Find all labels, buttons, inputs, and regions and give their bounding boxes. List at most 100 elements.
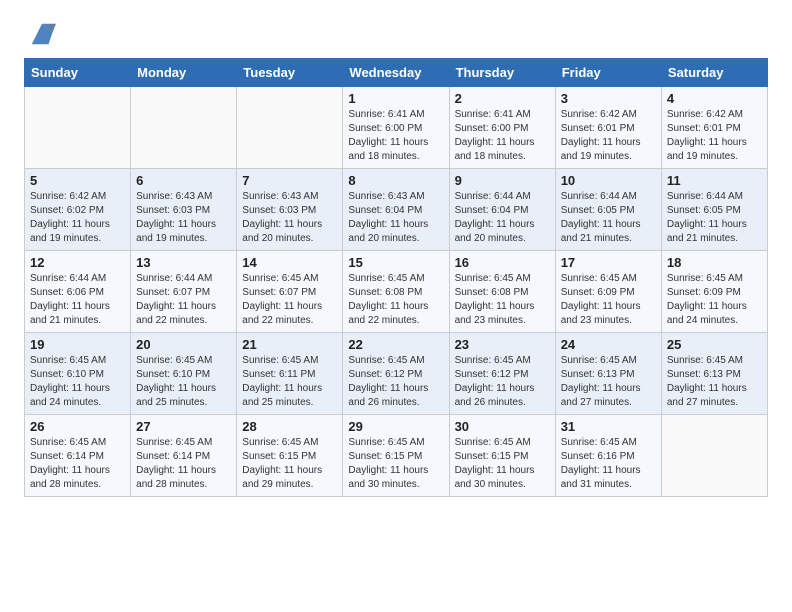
day-number: 30 bbox=[455, 419, 550, 434]
calendar-cell: 3Sunrise: 6:42 AM Sunset: 6:01 PM Daylig… bbox=[555, 87, 661, 169]
calendar-cell: 14 Sunrise: 6:45 AM Sunset: 6:07 PM Dayli… bbox=[237, 251, 343, 333]
day-number: 16 bbox=[455, 255, 550, 270]
day-info: Sunrise: 6:41 AM Sunset: 6:00 PM Dayligh… bbox=[455, 108, 550, 164]
calendar-cell: 8 Sunrise: 6:43 AM Sunset: 6:04 PM Daylig… bbox=[343, 169, 449, 251]
calendar-cell: 11 Sunrise: 6:44 AM Sunset: 6:05 PM Dayli… bbox=[661, 169, 767, 251]
day-number: 13 bbox=[136, 255, 231, 270]
day-info: Sunrise: 6:45 AM Sunset: 6:12 PM Dayligh… bbox=[455, 354, 550, 410]
day-info: Sunrise: 6:41 AM Sunset: 6:00 PM Dayligh… bbox=[348, 108, 443, 164]
day-number: 12 bbox=[30, 255, 125, 270]
day-number: 5 bbox=[30, 173, 125, 188]
calendar-cell: 29 Sunrise: 6:45 AM Sunset: 6:15 PM Dayli… bbox=[343, 415, 449, 497]
day-info: Sunrise: 6:45 AM Sunset: 6:15 PM Dayligh… bbox=[348, 436, 443, 492]
day-info: Sunrise: 6:45 AM Sunset: 6:12 PM Dayligh… bbox=[348, 354, 443, 410]
day-info: Sunrise: 6:44 AM Sunset: 6:06 PM Dayligh… bbox=[30, 272, 125, 328]
calendar-body: 1 Sunrise: 6:41 AM Sunset: 6:00 PM Daylig… bbox=[25, 87, 768, 497]
calendar-cell: 7Sunrise: 6:43 AM Sunset: 6:03 PM Daylig… bbox=[237, 169, 343, 251]
calendar-cell: 18 Sunrise: 6:45 AM Sunset: 6:09 PM Dayli… bbox=[661, 251, 767, 333]
day-number: 24 bbox=[561, 337, 656, 352]
day-number: 17 bbox=[561, 255, 656, 270]
calendar-header: SundayMondayTuesdayWednesdayThursdayFrid… bbox=[25, 59, 768, 87]
calendar-cell: 31 Sunrise: 6:45 AM Sunset: 6:16 PM Dayli… bbox=[555, 415, 661, 497]
day-number: 29 bbox=[348, 419, 443, 434]
calendar-week-1: 1 Sunrise: 6:41 AM Sunset: 6:00 PM Daylig… bbox=[25, 87, 768, 169]
day-number: 1 bbox=[348, 91, 443, 106]
day-info: Sunrise: 6:45 AM Sunset: 6:15 PM Dayligh… bbox=[242, 436, 337, 492]
day-number: 28 bbox=[242, 419, 337, 434]
col-header-saturday: Saturday bbox=[661, 59, 767, 87]
day-info: Sunrise: 6:43 AM Sunset: 6:04 PM Dayligh… bbox=[348, 190, 443, 246]
calendar-cell: 25 Sunrise: 6:45 AM Sunset: 6:13 PM Dayli… bbox=[661, 333, 767, 415]
day-number: 15 bbox=[348, 255, 443, 270]
calendar-cell: 27 Sunrise: 6:45 AM Sunset: 6:14 PM Dayli… bbox=[131, 415, 237, 497]
calendar-cell: 6Sunrise: 6:43 AM Sunset: 6:03 PM Daylig… bbox=[131, 169, 237, 251]
calendar-cell: 1 Sunrise: 6:41 AM Sunset: 6:00 PM Daylig… bbox=[343, 87, 449, 169]
day-number: 8 bbox=[348, 173, 443, 188]
calendar-week-5: 26 Sunrise: 6:45 AM Sunset: 6:14 PM Dayli… bbox=[25, 415, 768, 497]
calendar-cell: 12 Sunrise: 6:44 AM Sunset: 6:06 PM Dayli… bbox=[25, 251, 131, 333]
calendar-cell: 10 Sunrise: 6:44 AM Sunset: 6:05 PM Dayli… bbox=[555, 169, 661, 251]
day-info: Sunrise: 6:43 AM Sunset: 6:03 PM Dayligh… bbox=[242, 190, 337, 246]
col-header-sunday: Sunday bbox=[25, 59, 131, 87]
day-info: Sunrise: 6:45 AM Sunset: 6:09 PM Dayligh… bbox=[667, 272, 762, 328]
logo-icon bbox=[28, 20, 56, 48]
calendar-table: SundayMondayTuesdayWednesdayThursdayFrid… bbox=[24, 58, 768, 497]
day-number: 9 bbox=[455, 173, 550, 188]
calendar-cell: 24Sunrise: 6:45 AM Sunset: 6:13 PM Dayli… bbox=[555, 333, 661, 415]
calendar-cell bbox=[237, 87, 343, 169]
day-info: Sunrise: 6:44 AM Sunset: 6:04 PM Dayligh… bbox=[455, 190, 550, 246]
day-number: 19 bbox=[30, 337, 125, 352]
day-number: 31 bbox=[561, 419, 656, 434]
day-number: 14 bbox=[242, 255, 337, 270]
logo bbox=[24, 20, 56, 48]
day-info: Sunrise: 6:45 AM Sunset: 6:08 PM Dayligh… bbox=[455, 272, 550, 328]
calendar-cell: 26 Sunrise: 6:45 AM Sunset: 6:14 PM Dayli… bbox=[25, 415, 131, 497]
day-info: Sunrise: 6:45 AM Sunset: 6:14 PM Dayligh… bbox=[136, 436, 231, 492]
day-info: Sunrise: 6:45 AM Sunset: 6:07 PM Dayligh… bbox=[242, 272, 337, 328]
calendar-cell: 5 Sunrise: 6:42 AM Sunset: 6:02 PM Daylig… bbox=[25, 169, 131, 251]
calendar-cell: 16 Sunrise: 6:45 AM Sunset: 6:08 PM Dayli… bbox=[449, 251, 555, 333]
calendar-cell: 23 Sunrise: 6:45 AM Sunset: 6:12 PM Dayli… bbox=[449, 333, 555, 415]
col-header-monday: Monday bbox=[131, 59, 237, 87]
calendar-cell: 13Sunrise: 6:44 AM Sunset: 6:07 PM Dayli… bbox=[131, 251, 237, 333]
day-info: Sunrise: 6:45 AM Sunset: 6:10 PM Dayligh… bbox=[30, 354, 125, 410]
calendar-cell: 2 Sunrise: 6:41 AM Sunset: 6:00 PM Daylig… bbox=[449, 87, 555, 169]
col-header-thursday: Thursday bbox=[449, 59, 555, 87]
day-number: 21 bbox=[242, 337, 337, 352]
col-header-friday: Friday bbox=[555, 59, 661, 87]
col-header-wednesday: Wednesday bbox=[343, 59, 449, 87]
calendar-cell: 20Sunrise: 6:45 AM Sunset: 6:10 PM Dayli… bbox=[131, 333, 237, 415]
calendar-cell: 15Sunrise: 6:45 AM Sunset: 6:08 PM Dayli… bbox=[343, 251, 449, 333]
day-number: 25 bbox=[667, 337, 762, 352]
col-header-tuesday: Tuesday bbox=[237, 59, 343, 87]
calendar-cell: 30 Sunrise: 6:45 AM Sunset: 6:15 PM Dayli… bbox=[449, 415, 555, 497]
calendar-week-2: 5 Sunrise: 6:42 AM Sunset: 6:02 PM Daylig… bbox=[25, 169, 768, 251]
day-number: 18 bbox=[667, 255, 762, 270]
day-number: 23 bbox=[455, 337, 550, 352]
day-number: 27 bbox=[136, 419, 231, 434]
day-number: 6 bbox=[136, 173, 231, 188]
calendar-cell bbox=[25, 87, 131, 169]
calendar-cell: 4Sunrise: 6:42 AM Sunset: 6:01 PM Daylig… bbox=[661, 87, 767, 169]
calendar-week-3: 12 Sunrise: 6:44 AM Sunset: 6:06 PM Dayli… bbox=[25, 251, 768, 333]
day-info: Sunrise: 6:44 AM Sunset: 6:05 PM Dayligh… bbox=[561, 190, 656, 246]
day-number: 20 bbox=[136, 337, 231, 352]
calendar-cell: 21Sunrise: 6:45 AM Sunset: 6:11 PM Dayli… bbox=[237, 333, 343, 415]
day-number: 11 bbox=[667, 173, 762, 188]
day-number: 10 bbox=[561, 173, 656, 188]
calendar-cell: 28 Sunrise: 6:45 AM Sunset: 6:15 PM Dayli… bbox=[237, 415, 343, 497]
calendar-week-4: 19 Sunrise: 6:45 AM Sunset: 6:10 PM Dayli… bbox=[25, 333, 768, 415]
day-info: Sunrise: 6:42 AM Sunset: 6:02 PM Dayligh… bbox=[30, 190, 125, 246]
page-header bbox=[24, 20, 768, 48]
day-number: 26 bbox=[30, 419, 125, 434]
day-info: Sunrise: 6:45 AM Sunset: 6:15 PM Dayligh… bbox=[455, 436, 550, 492]
day-info: Sunrise: 6:44 AM Sunset: 6:05 PM Dayligh… bbox=[667, 190, 762, 246]
day-info: Sunrise: 6:42 AM Sunset: 6:01 PM Dayligh… bbox=[667, 108, 762, 164]
day-info: Sunrise: 6:45 AM Sunset: 6:14 PM Dayligh… bbox=[30, 436, 125, 492]
day-info: Sunrise: 6:45 AM Sunset: 6:13 PM Dayligh… bbox=[667, 354, 762, 410]
day-number: 2 bbox=[455, 91, 550, 106]
calendar-cell bbox=[131, 87, 237, 169]
calendar-cell: 22Sunrise: 6:45 AM Sunset: 6:12 PM Dayli… bbox=[343, 333, 449, 415]
calendar-cell: 19 Sunrise: 6:45 AM Sunset: 6:10 PM Dayli… bbox=[25, 333, 131, 415]
day-info: Sunrise: 6:45 AM Sunset: 6:16 PM Dayligh… bbox=[561, 436, 656, 492]
